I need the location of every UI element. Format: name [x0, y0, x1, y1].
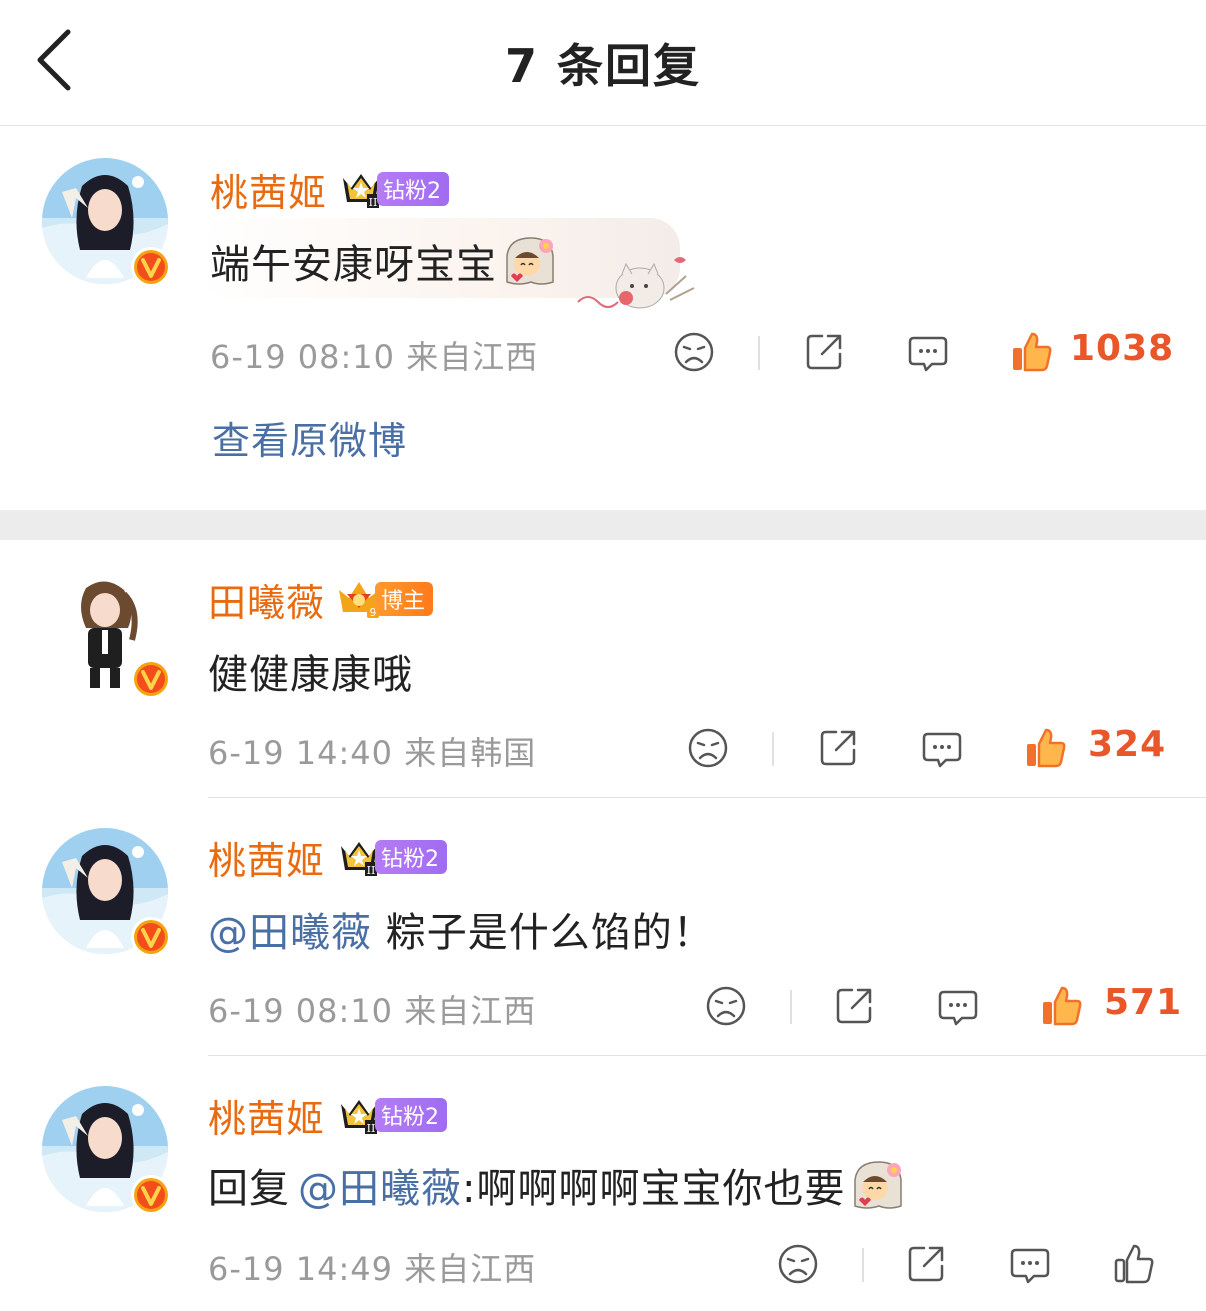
- thumbs-up-icon[interactable]: [1024, 726, 1068, 770]
- page-title: 7 条回复: [504, 39, 702, 93]
- action-separator: [862, 1248, 864, 1282]
- comment-meta: 6-19 14:40 来自韩国: [208, 734, 537, 772]
- comment-icon[interactable]: [906, 330, 950, 374]
- action-bar: [776, 1234, 1206, 1294]
- mention-link[interactable]: @田曦薇: [298, 1156, 462, 1214]
- cat-sticker-icon: [577, 257, 695, 309]
- comment-body: 健健康康哦: [208, 652, 413, 698]
- section-divider: [0, 510, 1206, 540]
- avatar[interactable]: [42, 570, 168, 696]
- sticker-emoji-icon: [849, 1156, 907, 1214]
- avatar[interactable]: [42, 158, 168, 284]
- avatar[interactable]: [42, 1086, 168, 1212]
- comment-body: :啊啊啊啊宝宝你也要: [462, 1166, 846, 1212]
- fan-badge[interactable]: 钻粉2: [377, 172, 450, 206]
- username[interactable]: 桃茜姬: [210, 162, 327, 217]
- dislike-face-icon[interactable]: [686, 726, 730, 770]
- action-separator: [758, 336, 760, 370]
- action-separator: [772, 732, 774, 766]
- comment-icon[interactable]: [920, 726, 964, 770]
- comment-body: 端午安康呀宝宝: [210, 242, 497, 288]
- like-count: 324: [1088, 724, 1167, 765]
- thumbs-up-icon[interactable]: [1112, 1242, 1156, 1286]
- avatar[interactable]: [42, 828, 168, 954]
- verified-v-icon: [130, 658, 172, 700]
- comment-text: 健健康康哦: [208, 642, 413, 700]
- comment-icon[interactable]: [1008, 1242, 1052, 1286]
- nav-header: 7 条回复: [0, 0, 1206, 126]
- mention-link[interactable]: @田曦薇: [208, 900, 372, 958]
- comment-meta: 6-19 08:10 来自江西: [210, 338, 539, 376]
- comment-text: @田曦薇 粽子是什么馅的！: [208, 900, 714, 958]
- fan-badge[interactable]: 钻粉2: [375, 1098, 448, 1132]
- dislike-face-icon[interactable]: [704, 984, 748, 1028]
- comment-meta: 6-19 14:49 来自江西: [208, 1250, 537, 1288]
- verified-v-icon: [130, 246, 172, 288]
- view-original-link[interactable]: 查看原微博: [212, 410, 407, 465]
- reply-divider: [208, 1055, 1206, 1056]
- dislike-face-icon[interactable]: [776, 1242, 820, 1286]
- comment-text: 端午安康呀宝宝: [210, 232, 559, 290]
- username[interactable]: 桃茜姬: [208, 830, 325, 885]
- comment-text: 回复 @田曦薇 :啊啊啊啊宝宝你也要: [208, 1156, 907, 1214]
- verified-v-icon: [130, 916, 172, 958]
- comment-body: 粽子是什么馅的！: [372, 910, 714, 956]
- action-separator: [790, 990, 792, 1024]
- username[interactable]: 桃茜姬: [208, 1088, 325, 1143]
- reply-divider: [208, 797, 1206, 798]
- fan-badge[interactable]: 钻粉2: [375, 840, 448, 874]
- share-icon[interactable]: [816, 726, 860, 770]
- name-row: 田曦薇 博主: [208, 572, 434, 627]
- username[interactable]: 田曦薇: [208, 572, 325, 627]
- thumbs-up-icon[interactable]: [1010, 330, 1054, 374]
- reply-prefix: 回复: [208, 1166, 290, 1212]
- like-count: 571: [1104, 982, 1183, 1023]
- name-row: 桃茜姬 钻粉2: [208, 830, 448, 885]
- comment-meta: 6-19 08:10 来自江西: [208, 992, 537, 1030]
- share-icon[interactable]: [832, 984, 876, 1028]
- sticker-emoji-icon: [501, 232, 559, 290]
- thumbs-up-icon[interactable]: [1040, 984, 1084, 1028]
- action-bar: 571: [704, 976, 1206, 1036]
- action-bar: 324: [676, 718, 1206, 778]
- share-icon[interactable]: [802, 330, 846, 374]
- name-row: 桃茜姬 钻粉2: [210, 162, 450, 217]
- action-bar: 1038: [646, 322, 1206, 382]
- verified-v-icon: [130, 1174, 172, 1216]
- share-icon[interactable]: [904, 1242, 948, 1286]
- comment-icon[interactable]: [936, 984, 980, 1028]
- like-count: 1038: [1070, 328, 1175, 369]
- fan-badge[interactable]: 博主: [375, 582, 434, 616]
- dislike-face-icon[interactable]: [672, 330, 716, 374]
- name-row: 桃茜姬 钻粉2: [208, 1088, 448, 1143]
